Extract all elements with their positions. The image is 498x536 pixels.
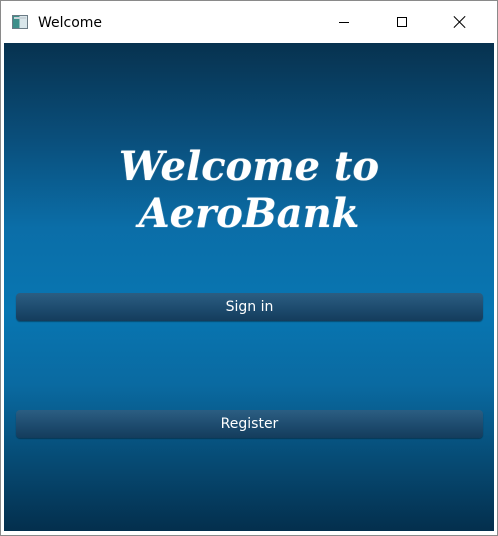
minimize-icon: [339, 21, 349, 23]
maximize-icon: [397, 17, 407, 27]
app-window: Welcome Welcome to AeroBank Sign in Regi…: [0, 0, 498, 536]
minimize-button[interactable]: [315, 1, 373, 43]
register-button[interactable]: Register: [16, 410, 483, 438]
welcome-headline: Welcome to AeroBank: [118, 143, 380, 237]
app-icon: [12, 15, 28, 29]
sign-in-button[interactable]: Sign in: [16, 293, 483, 321]
welcome-panel: Welcome to AeroBank Sign in Register: [4, 43, 494, 531]
window-title: Welcome: [38, 15, 103, 31]
title-bar[interactable]: Welcome: [1, 1, 497, 43]
close-button[interactable]: [431, 1, 489, 43]
close-icon: [454, 16, 466, 28]
maximize-button[interactable]: [373, 1, 431, 43]
